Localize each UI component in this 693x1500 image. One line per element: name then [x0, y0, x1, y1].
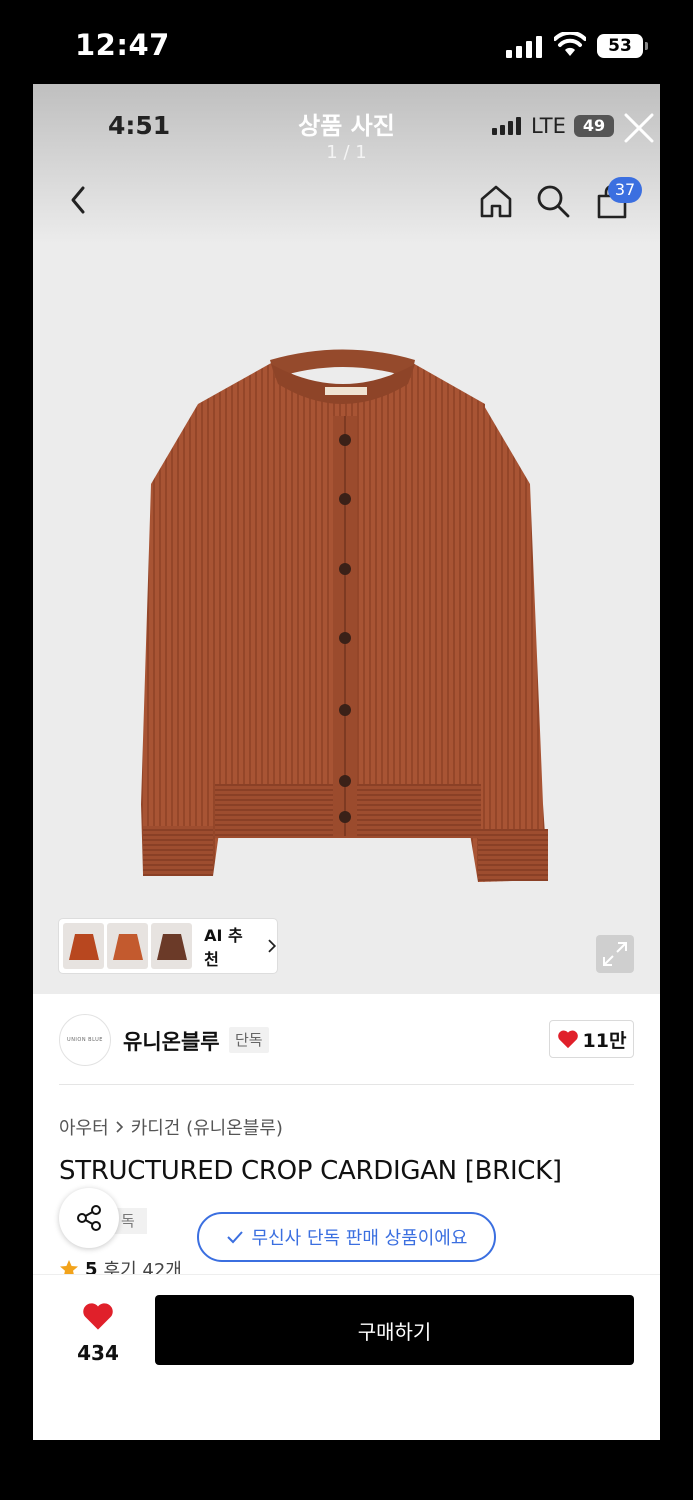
wishlist-button[interactable]: 434	[63, 1301, 133, 1365]
photo-counter: 1 / 1	[326, 142, 367, 163]
bottom-action-bar: 434 구매하기	[33, 1274, 660, 1384]
home-icon[interactable]	[477, 182, 515, 220]
wishlist-count: 434	[77, 1341, 119, 1365]
exclusive-notice-text: 무신사 단독 판매 상품이에요	[251, 1228, 468, 1249]
brand-row: UNION BLUE 유니온블루 단독 11만	[33, 994, 660, 1086]
close-icon[interactable]	[622, 111, 656, 145]
product-photo[interactable]	[33, 244, 660, 994]
expand-icon[interactable]	[596, 935, 634, 973]
buy-button[interactable]: 구매하기	[155, 1295, 634, 1365]
exclusive-tag: 단독	[229, 1027, 269, 1053]
wifi-icon	[554, 32, 586, 56]
recommend-thumb[interactable]	[107, 923, 149, 969]
share-icon	[77, 1205, 101, 1231]
breadcrumb-subcategory[interactable]: 카디건 (유니온블루)	[131, 1114, 283, 1140]
brand-name[interactable]: 유니온블루	[123, 1026, 220, 1056]
brand-logo[interactable]: UNION BLUE	[59, 1014, 111, 1066]
check-icon	[226, 1231, 243, 1244]
heart-icon	[83, 1303, 113, 1330]
viewer-title: 상품 사진	[298, 112, 395, 140]
recommend-thumb[interactable]	[63, 923, 105, 969]
ai-recommend-label: AI 추천	[204, 926, 243, 969]
heart-icon	[557, 1030, 578, 1049]
share-button[interactable]	[59, 1188, 119, 1248]
inner-app-header: 4:51 LTE 49 상품 사진 1 / 1 37	[33, 84, 660, 244]
brand-like-button[interactable]: 11만	[549, 1020, 634, 1058]
recommend-thumb[interactable]	[151, 923, 193, 969]
chevron-right-icon	[268, 939, 277, 953]
breadcrumb: 아우터 카디건 (유니온블루)	[59, 1114, 283, 1140]
battery-icon: 53	[597, 34, 648, 58]
back-arrow-icon[interactable]	[65, 182, 93, 218]
cellular-signal-icon	[506, 36, 542, 58]
cart-count-badge: 37	[608, 177, 642, 203]
cardigan-image	[141, 349, 548, 882]
os-status-bar: 12:47 53	[0, 0, 693, 84]
chevron-right-icon	[116, 1121, 123, 1133]
os-time: 12:47	[75, 28, 170, 62]
product-title: STRUCTURED CROP CARDIGAN [BRICK]	[59, 1156, 562, 1186]
photo-viewer: 4:51 LTE 49 상품 사진 1 / 1 37 AI 추천 UNION B…	[33, 84, 660, 1440]
exclusive-notice-pill: 무신사 단독 판매 상품이에요	[197, 1212, 496, 1262]
brand-like-count: 11만	[582, 1029, 627, 1052]
breadcrumb-category[interactable]: 아우터	[59, 1114, 109, 1140]
ai-recommend-button[interactable]: AI 추천	[59, 919, 277, 973]
search-icon[interactable]	[535, 183, 571, 219]
divider	[59, 1084, 634, 1085]
